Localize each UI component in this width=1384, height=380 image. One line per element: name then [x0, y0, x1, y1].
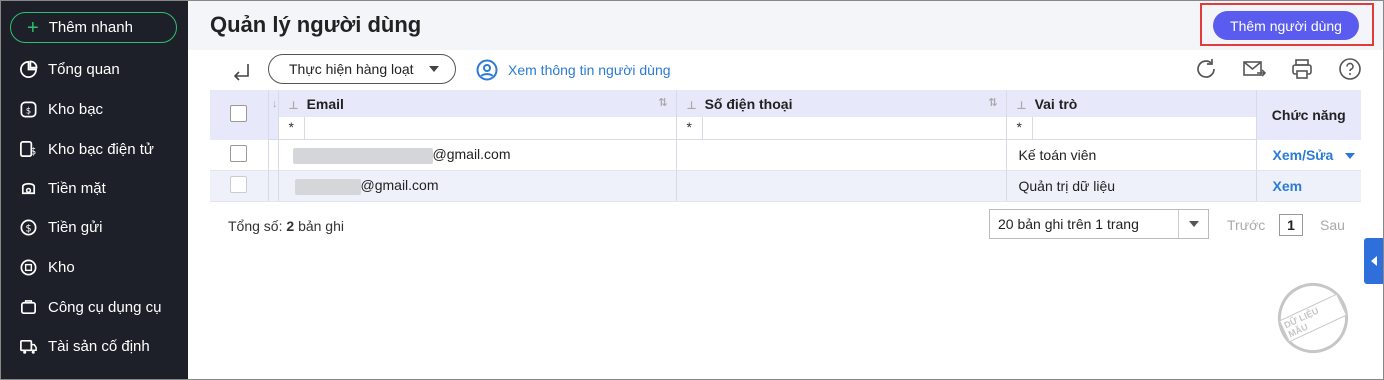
sidebar-item-label: Công cụ dụng cụ [48, 298, 162, 316]
column-header-function: Chức năng [1256, 90, 1361, 140]
quick-add-button[interactable]: + Thêm nhanh [10, 12, 177, 43]
email-cell: @gmail.com [278, 139, 677, 171]
select-all-checkbox[interactable] [230, 104, 248, 122]
select-all-cell [210, 90, 269, 140]
chevron-down-icon[interactable] [1178, 210, 1208, 238]
sort-arrow-icon[interactable] [232, 62, 252, 90]
table-footer: Tổng số: 2 bản ghi 20 bản ghi trên 1 tra… [210, 209, 1361, 241]
svg-text:$: $ [30, 146, 36, 157]
filter-operator-icon[interactable]: * [1007, 119, 1022, 135]
sort-icon[interactable]: ⇅ [988, 96, 997, 109]
toolbar-icons [1170, 57, 1362, 81]
filter-operator-icon[interactable]: * [677, 119, 692, 135]
current-page[interactable]: 1 [1279, 214, 1303, 236]
function-cell[interactable]: Xem/Sửa [1256, 139, 1361, 171]
role-cell: Kế toán viên [1006, 139, 1257, 171]
view-user-info-link[interactable]: Xem thông tin người dùng [476, 59, 671, 81]
email-send-icon[interactable] [1242, 57, 1266, 81]
pin-icon[interactable]: ⊥ [687, 100, 697, 112]
sidebar: + Thêm nhanh Tổng quan $ Kho bạc $ Kho b… [0, 0, 188, 380]
edit-link[interactable]: Xem/Sửa [1273, 147, 1334, 163]
redacted-text [294, 178, 361, 195]
view-link[interactable]: Xem [1273, 178, 1303, 194]
sidebar-item-tools[interactable]: Công cụ dụng cụ [0, 288, 188, 326]
sidebar-item-label: Kho [48, 258, 75, 276]
total-records: Tổng số: 2 bản ghi [228, 218, 344, 234]
pin-icon[interactable]: ⊥ [1017, 100, 1027, 112]
sort-icon[interactable]: ⇅ [658, 96, 667, 109]
chevron-left-icon [1371, 256, 1377, 266]
phone-filter-cell[interactable]: * [676, 117, 1007, 140]
chevron-down-icon [429, 66, 439, 72]
help-icon[interactable] [1338, 57, 1362, 81]
cash-icon [18, 178, 38, 198]
user-circle-icon [476, 59, 498, 81]
bulk-action-label: Thực hiện hàng loạt [289, 61, 414, 77]
phone-cell [676, 170, 1007, 202]
user-table: ↓ ⊥ Email ⇅ ⊥ Số điện thoại ⇅ ⊥ Vai trò Chức … [210, 90, 1361, 202]
deposit-icon: $ [18, 217, 38, 237]
sidebar-item-deposit[interactable]: $ Tiền gửi [0, 208, 188, 246]
sidebar-item-label: Tổng quan [48, 60, 120, 78]
refresh-icon[interactable] [1194, 57, 1218, 81]
page-header: Quản lý người dùng Thêm người dùng [188, 0, 1384, 50]
sort-icon[interactable]: ↓ [272, 98, 278, 110]
row-checkbox[interactable] [230, 176, 248, 193]
sidebar-item-label: Tiền mặt [48, 179, 106, 197]
email-cell: @gmail.com [278, 170, 677, 202]
sample-data-stamp: DỮ LIỆU MẪU [1266, 271, 1360, 365]
chevron-down-icon[interactable] [1345, 153, 1356, 160]
sidebar-item-label: Tài sản cố định [48, 337, 150, 355]
sidebar-item-label: Kho bạc [48, 100, 104, 118]
add-user-button[interactable]: Thêm người dùng [1213, 11, 1359, 40]
plus-icon: + [27, 16, 39, 39]
quick-add-label: Thêm nhanh [48, 19, 133, 36]
sidebar-item-treasury[interactable]: $ Kho bạc [0, 90, 188, 128]
e-treasury-icon: $ [18, 139, 38, 159]
svg-text:$: $ [25, 106, 30, 116]
page-size-select[interactable]: 20 bản ghi trên 1 trang [989, 209, 1209, 239]
bulk-action-dropdown[interactable]: Thực hiện hàng loạt [268, 54, 456, 84]
prev-page-button[interactable]: Trước [1227, 217, 1265, 233]
column-header-email[interactable]: ⊥ Email ⇅ [278, 90, 677, 117]
filter-row: * * * [210, 117, 1361, 140]
main-content: Quản lý người dùng Thêm người dùng Thực … [188, 0, 1384, 380]
column-header-role[interactable]: ⊥ Vai trò [1006, 90, 1257, 117]
pin-icon[interactable]: ⊥ [289, 100, 299, 112]
highlight-box: Thêm người dùng [1200, 3, 1374, 46]
print-icon[interactable] [1290, 57, 1314, 81]
column-header-phone[interactable]: ⊥ Số điện thoại ⇅ [676, 90, 1007, 117]
email-filter-cell[interactable]: * [278, 117, 677, 140]
table-row[interactable]: @gmail.com Quản trị dữ liệu Xem [210, 170, 1361, 202]
sidebar-item-fixed-asset[interactable]: Tài sản cố định [0, 327, 188, 365]
sidebar-item-warehouse[interactable]: Kho [0, 248, 188, 286]
role-filter-cell[interactable]: * [1006, 117, 1257, 140]
next-page-button[interactable]: Sau [1320, 217, 1345, 233]
table-header-row: ↓ ⊥ Email ⇅ ⊥ Số điện thoại ⇅ ⊥ Vai trò Chức … [210, 90, 1361, 140]
svg-text:$: $ [25, 223, 31, 234]
fixed-asset-icon [18, 336, 38, 356]
sidebar-item-label: Kho bạc điện tử [48, 140, 154, 158]
side-panel-toggle[interactable] [1364, 238, 1384, 284]
row-checkbox[interactable] [230, 144, 248, 162]
table-row[interactable]: @gmail.com Kế toán viên Xem/Sửa [210, 139, 1361, 171]
pie-chart-icon [18, 59, 38, 79]
phone-cell [676, 139, 1007, 171]
sidebar-item-overview[interactable]: Tổng quan [0, 50, 188, 88]
sidebar-item-e-treasury[interactable]: $ Kho bạc điện tử [0, 130, 188, 168]
function-cell[interactable]: Xem [1256, 170, 1361, 202]
view-user-info-label: Xem thông tin người dùng [508, 62, 671, 78]
toolbar: Thực hiện hàng loạt Xem thông tin người … [188, 52, 1384, 90]
page-title: Quản lý người dùng [210, 12, 422, 37]
redacted-text [292, 147, 433, 164]
role-cell: Quản trị dữ liệu [1006, 170, 1257, 202]
tools-icon [18, 297, 38, 317]
sidebar-item-cash[interactable]: Tiền mặt [0, 169, 188, 207]
filter-operator-icon[interactable]: * [279, 119, 294, 135]
sidebar-item-label: Tiền gửi [48, 218, 103, 236]
treasury-icon: $ [18, 99, 38, 119]
warehouse-icon [18, 257, 38, 277]
